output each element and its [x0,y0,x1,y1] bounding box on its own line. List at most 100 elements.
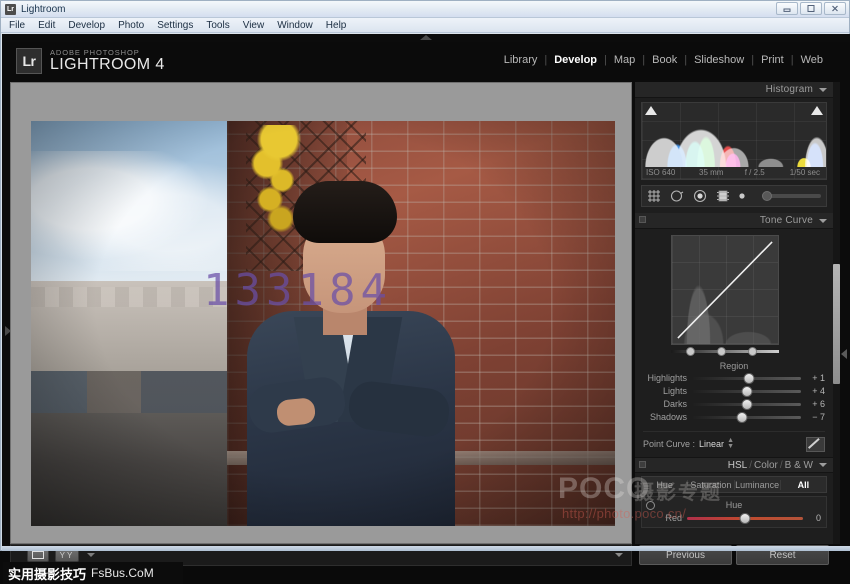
hsl-panel-switch[interactable] [639,461,646,468]
identity-plate[interactable]: Lr ADOBE PHOTOSHOP LIGHTROOM 4 [16,48,165,74]
lights-label: Lights [662,386,687,396]
point-curve-stepper-icon[interactable]: ▲ ▼ [727,437,734,451]
right-panel-collapse-arrow-icon[interactable] [841,349,847,359]
window-bottom-edge [2,546,850,551]
tone-curve-line[interactable] [672,236,778,344]
top-panel-collapse-arrow-icon[interactable] [420,35,432,40]
tone-curve-chevron-down-icon[interactable] [819,218,827,223]
module-print[interactable]: Print [754,54,791,66]
split-point-highlights[interactable] [747,347,757,356]
highlights-knob[interactable] [743,372,755,384]
hsl-panel-header[interactable]: HSL / Color / B & W [635,457,833,473]
right-panel-scrollbar[interactable] [833,82,840,544]
menu-photo[interactable]: Photo [118,20,144,31]
module-slideshow[interactable]: Slideshow [687,54,751,66]
bw-tab-title[interactable]: B & W [785,460,813,471]
point-curve-value[interactable]: Linear [699,439,724,449]
right-panel-scrollbar-thumb[interactable] [833,264,840,384]
photo-vignette [31,121,615,526]
adjustment-brush-icon[interactable] [739,190,751,202]
exif-focal: 35 mm [699,168,724,177]
footer-watermark-chinese: 实用摄影技巧 [8,567,87,583]
highlights-value: + 1 [812,373,825,383]
darks-slider-row[interactable]: Darks + 6 [643,398,825,410]
image-preview-area[interactable]: 133184 [10,82,632,544]
hsl-tab-hue[interactable]: Hue [642,479,689,490]
close-button[interactable] [824,2,846,15]
split-point-shadows[interactable] [686,347,696,356]
minimize-button[interactable] [776,2,798,15]
shadow-clipping-indicator-icon[interactable] [645,106,657,115]
lights-knob[interactable] [741,385,753,397]
edit-point-curve-button[interactable] [806,436,825,452]
app-icon: Lr [5,3,16,15]
shadows-knob[interactable] [736,411,748,423]
menu-view[interactable]: View [243,20,265,31]
red-eye-correction-icon[interactable] [693,189,707,203]
shadows-value: − 7 [812,412,825,422]
lights-slider-row[interactable]: Lights + 4 [643,385,825,397]
crop-overlay-icon[interactable] [647,189,661,203]
menu-file[interactable]: File [9,20,25,31]
module-library[interactable]: Library [497,54,545,66]
photo-canvas[interactable]: 133184 [31,121,615,526]
histogram-green-channel [693,113,718,167]
exif-iso: ISO 640 [646,168,676,177]
tone-curve-graph[interactable] [671,235,779,345]
split-point-midtones[interactable] [717,347,727,356]
histogram-graph[interactable]: ISO 640 35 mm f / 2.5 1/50 sec [641,102,827,180]
hsl-chevron-down-icon[interactable] [819,463,827,467]
module-web[interactable]: Web [794,54,830,66]
module-map[interactable]: Map [607,54,642,66]
hue-red-knob[interactable] [739,512,751,524]
tone-curve-split-points[interactable] [671,347,779,356]
shadows-slider-row[interactable]: Shadows − 7 [643,411,825,423]
photograph [31,121,615,526]
histogram-panel-title: Histogram [765,84,813,95]
histogram-panel-header[interactable]: Histogram [635,82,833,98]
brush-size-knob[interactable] [762,191,772,201]
lights-track[interactable] [693,385,801,397]
before-after-caret-down-icon[interactable] [87,553,95,557]
hsl-tab-all[interactable]: All [781,480,826,490]
highlights-slider-row[interactable]: Highlights + 1 [643,372,825,384]
hue-red-row[interactable]: Red 0 [647,512,821,524]
highlight-clipping-indicator-icon[interactable] [811,106,823,115]
exif-metadata-row: ISO 640 35 mm f / 2.5 1/50 sec [642,166,826,179]
menu-window[interactable]: Window [277,20,313,31]
tone-curve-panel-switch[interactable] [639,216,646,223]
window-titlebar: Lr Lightroom [1,1,849,18]
lights-value: + 4 [812,386,825,396]
menu-settings[interactable]: Settings [157,20,193,31]
os-window: Lr Lightroom File Edit Develop Photo Set… [0,0,850,584]
menu-help[interactable]: Help [326,20,347,31]
spot-removal-icon[interactable] [670,189,684,203]
hue-red-track[interactable] [687,512,803,524]
module-develop[interactable]: Develop [547,54,604,66]
maximize-button[interactable] [800,2,822,15]
menu-edit[interactable]: Edit [38,20,55,31]
color-tab-title[interactable]: Color [754,460,778,471]
photo-id-watermark: 133184 [203,265,392,316]
shadows-track[interactable] [693,411,801,423]
toolbar-options-caret-icon[interactable] [615,553,623,557]
module-book[interactable]: Book [645,54,684,66]
graduated-filter-icon[interactable] [716,189,730,203]
highlights-track[interactable] [693,372,801,384]
darks-track[interactable] [693,398,801,410]
menu-tools[interactable]: Tools [206,20,229,31]
hsl-tab-title[interactable]: HSL [728,460,747,471]
histogram-chevron-down-icon[interactable] [819,87,827,92]
brush-size-slider[interactable] [762,191,821,201]
hsl-section-title: Hue [725,500,743,510]
hsl-tab-bar: Hue Saturation Luminance All [641,476,827,493]
hsl-tab-saturation[interactable]: Saturation [688,479,735,490]
hsl-targeted-adjustment-icon[interactable] [646,501,655,510]
tone-curve-panel-header[interactable]: Tone Curve [635,213,833,229]
right-panel: Histogram ISO 640 35 mm f / 2.5 1/50 sec… [635,82,833,544]
menubar: File Edit Develop Photo Settings Tools V… [1,18,849,33]
module-picker: Library | Develop | Map | Book | Slidesh… [497,54,830,66]
menu-develop[interactable]: Develop [68,20,105,31]
hsl-tab-luminance[interactable]: Luminance [735,479,781,490]
darks-knob[interactable] [741,398,753,410]
